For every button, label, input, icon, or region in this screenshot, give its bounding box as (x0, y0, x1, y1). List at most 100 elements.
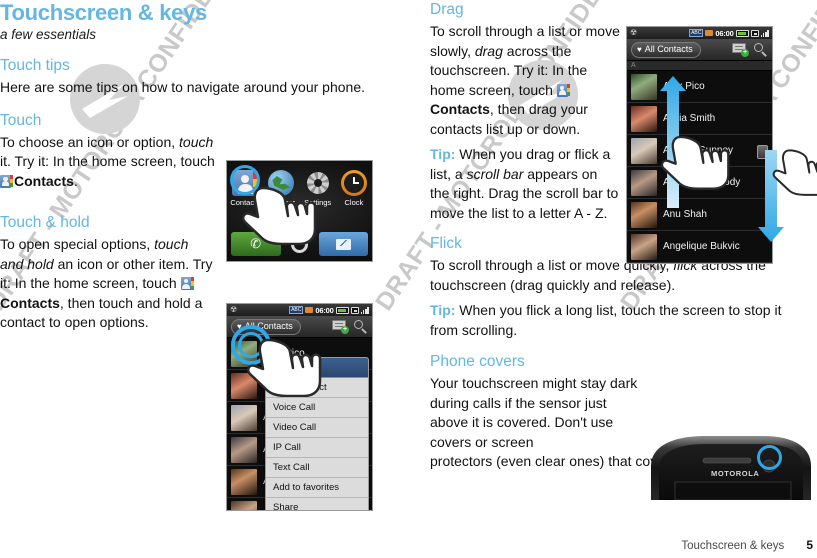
touchhold-strong1: Contacts (0, 294, 60, 311)
footer-chapter-label: Touchscreen & keys (681, 540, 785, 552)
scroll-bar-thumb[interactable] (757, 145, 768, 159)
phone-handset-icon: ✆ (250, 236, 262, 251)
context-menu-item-add-to-favorites[interactable]: Add to favorites (266, 478, 368, 498)
contact-row[interactable]: Andrea Gunney (627, 135, 772, 167)
clock-icon (340, 170, 367, 196)
usb-icon: ☢ (630, 28, 638, 37)
battery-icon (335, 306, 349, 314)
paragraph-flick-tip: Tip: When you flick a long list, touch t… (430, 301, 805, 340)
status-bar: ☢ ABC 06:00 (227, 304, 372, 316)
home-app-label: Browser (267, 198, 296, 207)
footer-page-number: 5 (806, 538, 813, 552)
vibrate-icon (350, 306, 359, 314)
touch-em1: touch (179, 133, 214, 150)
contacts-toolbar: ♥ All Contacts + (227, 316, 372, 338)
heading-phone-covers: Phone covers (430, 353, 525, 370)
drag-em1: drag (474, 42, 503, 59)
touchhold-p1: To open special options, (0, 236, 151, 252)
signal-bars-icon (760, 29, 769, 37)
contact-name: Alicia Smith (663, 113, 716, 124)
contact-row[interactable]: Andrew Carmody (627, 167, 772, 199)
home-app-clock[interactable]: Clock (336, 170, 372, 207)
contacts-icon (180, 277, 194, 290)
all-contacts-label: All Contacts (244, 320, 293, 331)
context-menu-item-video-call[interactable]: Video Call (266, 418, 368, 438)
page-subtitle: a few essentials (0, 27, 97, 42)
contact-row[interactable]: Alex Pico (627, 71, 772, 103)
signal-bars-icon (360, 306, 369, 314)
home-dock: ✆ (231, 232, 368, 256)
contact-row[interactable]: Anu Shah (627, 199, 772, 231)
home-app-label: Settings (304, 198, 332, 207)
touch-p2: it. Try it: In the home screen, touch (0, 153, 215, 169)
home-circle-icon (291, 235, 308, 253)
heart-icon: ♥ (637, 44, 642, 54)
sd-card-icon (305, 307, 314, 313)
all-contacts-label: All Contacts (644, 43, 693, 54)
motorola-wordmark: MOTOROLA (711, 469, 759, 478)
touch-p1: To choose an icon or option, (0, 133, 176, 150)
abc-keyboard-icon: ABC (289, 306, 304, 314)
context-menu-item-share[interactable]: Share (266, 498, 368, 510)
touch-p3: . (73, 172, 78, 189)
status-icons: ABC 06:00 (689, 29, 769, 38)
usb-icon: ☢ (230, 305, 238, 314)
paragraph-phone-covers-a: Your touchscreen might stay dark during … (430, 375, 638, 450)
new-contact-icon[interactable]: + (332, 320, 349, 334)
paragraph-drag-tip: Tip: When you drag or flick a list, a sc… (430, 145, 620, 223)
home-app-browser[interactable]: Browser (263, 170, 299, 207)
contacts-icon (232, 170, 259, 196)
avatar (231, 500, 257, 510)
avatar (231, 372, 257, 399)
contacts-toolbar: ♥ All Contacts + (627, 39, 772, 61)
browser-icon (268, 170, 295, 196)
tip-label: Tip: (430, 302, 456, 318)
contacts-toolbar-actions: + (732, 42, 768, 57)
contacts-list[interactable]: Alex Pico Alicia Smith Andrea Gunney And… (627, 71, 772, 263)
status-time: 06:00 (315, 305, 334, 315)
contacts-list[interactable]: Alex Pico Alicia Smith Andrea Gunney And… (227, 338, 372, 510)
home-screen-screenshot: Contacts Browser Settings Clock ✆ (226, 160, 373, 262)
phone-dock-button[interactable]: ✆ (231, 232, 281, 256)
paragraph-drag: To scroll through a list or move slowly,… (430, 22, 620, 139)
heading-touch: Touch (0, 111, 42, 129)
heart-icon: ♥ (237, 321, 242, 331)
context-menu-item-voice-call[interactable]: Voice Call (266, 398, 368, 418)
messaging-dock-button[interactable] (318, 232, 368, 256)
all-contacts-filter-button[interactable]: ♥ All Contacts (231, 318, 301, 335)
context-menu[interactable]: Alex Pico View contact Voice Call Video … (265, 357, 369, 510)
status-bar: ☢ ABC 06:00 (627, 27, 772, 39)
contact-name: Angelique Bukvic (663, 241, 740, 252)
section-letter-header: A (627, 61, 772, 71)
avatar (231, 340, 257, 367)
contact-row[interactable]: Alicia Smith (627, 103, 772, 135)
search-icon[interactable] (354, 319, 368, 334)
vibrate-icon (750, 29, 759, 37)
new-contact-icon[interactable]: + (732, 43, 749, 57)
home-app-label: Clock (344, 198, 364, 207)
paragraph-touch-hold: To open special options, touch and hold … (0, 235, 215, 333)
avatar (631, 233, 657, 260)
home-icon-row: Contacts Browser Settings Clock (227, 170, 372, 207)
context-menu-header: Alex Pico (266, 358, 368, 378)
home-app-settings[interactable]: Settings (300, 170, 336, 207)
all-contacts-filter-button[interactable]: ♥ All Contacts (631, 41, 701, 58)
context-menu-item-view-contact[interactable]: View contact (266, 378, 368, 398)
context-menu-item-ip-call[interactable]: IP Call (266, 438, 368, 458)
status-icons: ABC 06:00 (289, 306, 369, 315)
home-app-contacts[interactable]: Contacts (227, 170, 263, 207)
page-canvas: DRAFT - MOTOROLA CONFIDENTIAL & PROPRIET… (0, 0, 817, 558)
contact-name: Andrew Carmody (663, 177, 741, 188)
home-dock-button[interactable] (285, 232, 315, 256)
sd-card-icon (705, 30, 714, 36)
contact-row[interactable]: Angelique Bukvic (627, 231, 772, 263)
contact-name: Andrea Gunney (663, 145, 734, 156)
context-menu-item-text-call[interactable]: Text Call (266, 458, 368, 478)
search-icon[interactable] (754, 42, 768, 57)
settings-gear-icon (305, 170, 331, 196)
drag-strong1: Contacts (430, 101, 490, 117)
avatar (231, 468, 257, 495)
battery-icon (735, 29, 749, 37)
avatar (631, 137, 657, 164)
flicktip-body: When you flick a long list, touch the sc… (430, 302, 782, 338)
